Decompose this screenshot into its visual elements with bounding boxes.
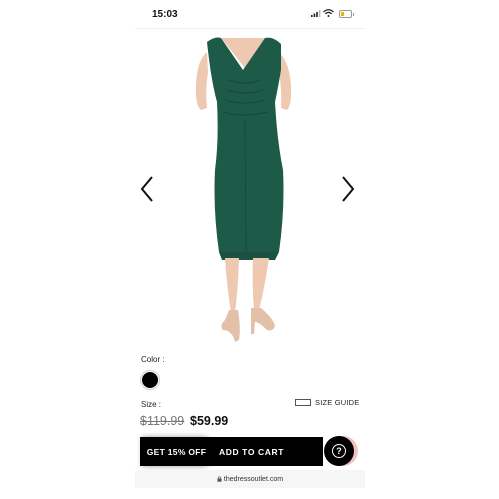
- wifi-icon: [323, 9, 334, 17]
- discount-promo-button[interactable]: GET 15% OFF: [140, 437, 213, 466]
- lock-icon: [217, 476, 222, 482]
- size-guide-label: SIZE GUIDE: [315, 398, 360, 407]
- browser-url-bar[interactable]: thedressoutlet.com: [135, 470, 365, 488]
- size-label: Size :: [141, 400, 162, 409]
- next-image-arrow-icon[interactable]: [340, 175, 356, 203]
- status-bar: 15:03: [135, 0, 365, 28]
- signal-icon: [311, 10, 321, 17]
- status-time: 15:03: [152, 9, 178, 20]
- size-guide-link[interactable]: SIZE GUIDE: [295, 398, 360, 407]
- question-icon: ?: [332, 444, 346, 458]
- color-swatch-black[interactable]: [142, 372, 158, 388]
- add-to-cart-label: ADD TO CART: [219, 446, 284, 457]
- sale-price: $59.99: [190, 414, 229, 428]
- ruler-icon: [295, 399, 311, 406]
- original-price: $119.99: [140, 414, 185, 428]
- battery-icon: [339, 10, 354, 18]
- color-label: Color :: [141, 355, 165, 364]
- phone-screen: 15:03 Color: Size: SIZE GUIDE $119.99 …: [135, 0, 365, 499]
- help-button[interactable]: ?: [324, 436, 354, 466]
- divider: [135, 28, 365, 29]
- promo-label: GET 15% OFF: [146, 446, 207, 457]
- previous-image-arrow-icon[interactable]: [139, 175, 155, 203]
- url-text: thedressoutlet.com: [223, 475, 284, 483]
- product-image[interactable]: [135, 30, 365, 350]
